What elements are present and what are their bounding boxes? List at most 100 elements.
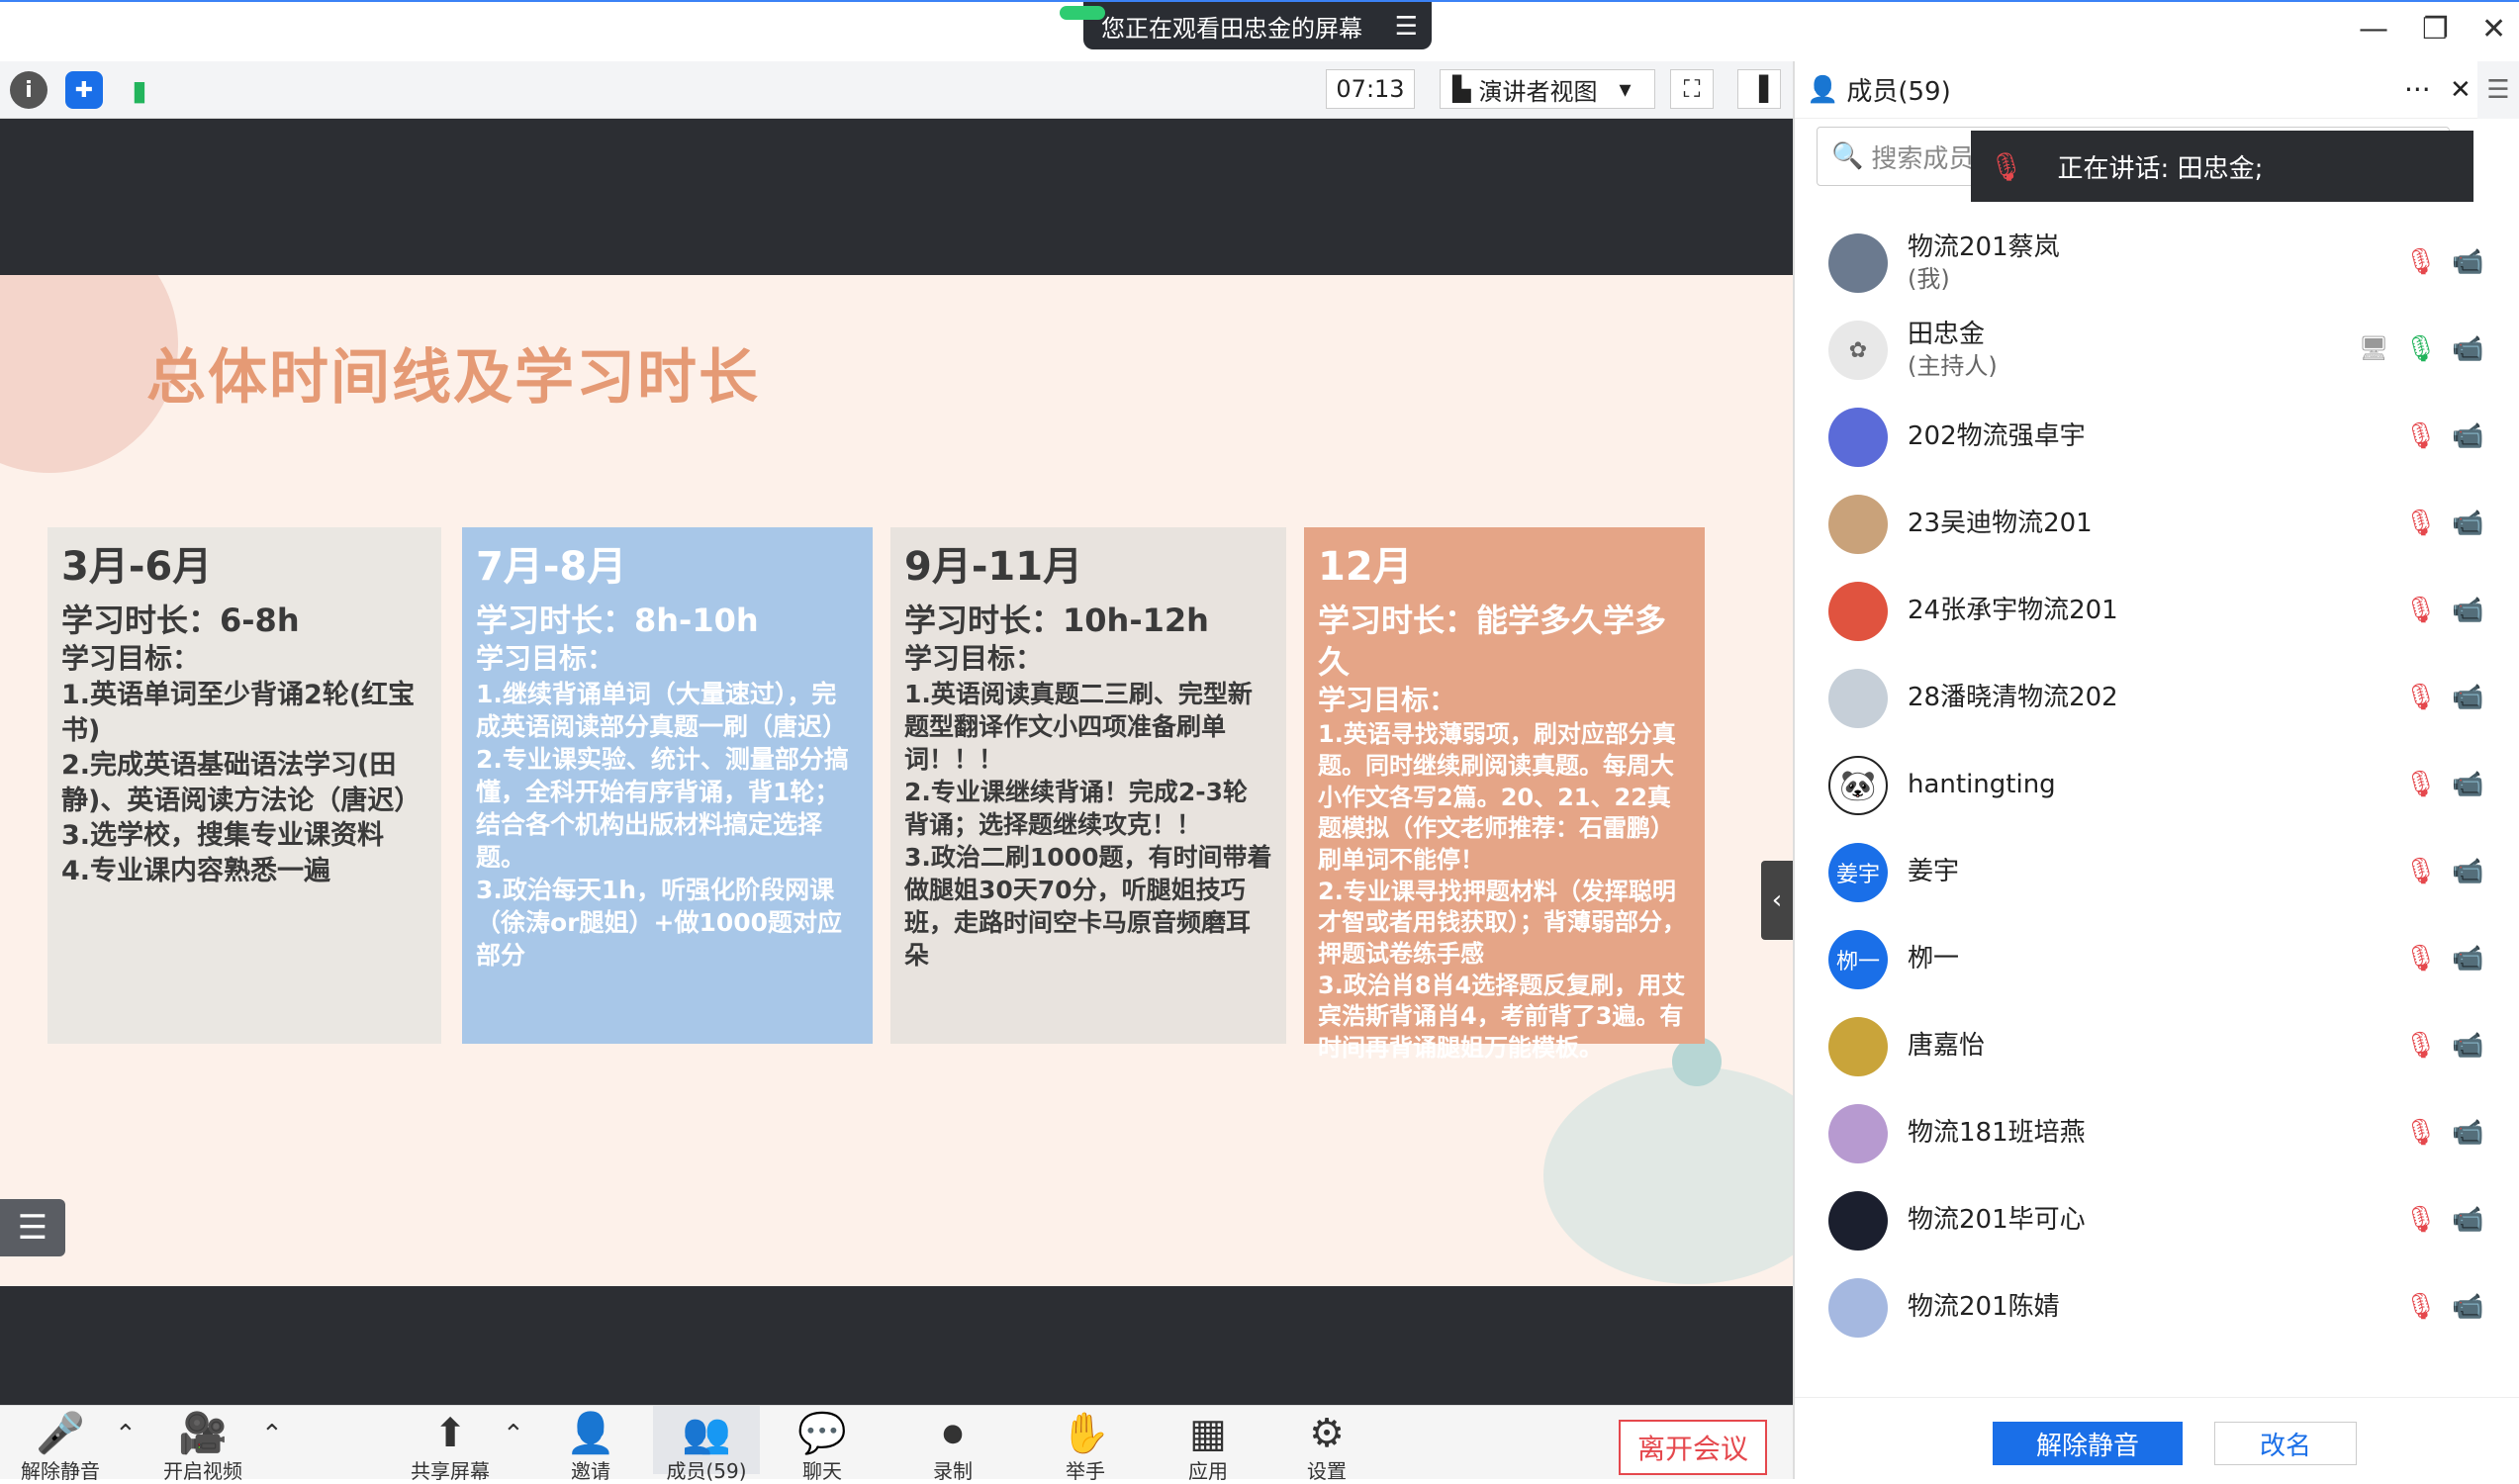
- search-placeholder: 搜索成员: [1871, 143, 1975, 174]
- shared-screen-area: 总体时间线及学习时长 3月-6月 学习时长：6-8h 学习目标： 1.英语单词至…: [0, 119, 1793, 1405]
- apps-button[interactable]: ▦ 应用: [1164, 1412, 1253, 1484]
- column-duration: 学习时长：10h-12h: [904, 601, 1209, 639]
- camera-off-icon: 📹: [2452, 596, 2484, 625]
- collapse-panel-button[interactable]: ‹: [1761, 861, 1793, 940]
- leave-meeting-button[interactable]: 离开会议: [1619, 1420, 1767, 1475]
- goal-item: 2.完成英语基础语法学习(田静)、英语阅读方法论（唐迟）: [61, 750, 421, 816]
- shield-icon[interactable]: ✚: [65, 71, 103, 109]
- mic-muted-icon: 🎙: [2404, 1292, 2438, 1322]
- goal-item: 3.政治肖8肖4选择题反复刷，用艾宾浩斯背诵肖4，考前背了3遍。有时间再背诵腿姐…: [1318, 971, 1686, 1062]
- start-video-button[interactable]: 🎥 开启视频: [158, 1412, 247, 1484]
- camera-off-icon: 📹: [2452, 1118, 2484, 1148]
- goal-item: 1.英语阅读真题二三刷、完型新题型翻译作文小四项准备刷单词！！！: [904, 679, 1253, 774]
- side-menu-icon[interactable]: ☰: [2477, 61, 2519, 119]
- member-row[interactable]: 物流181班培燕 🎙 📹: [1795, 1090, 2519, 1177]
- person-icon: 👤: [1807, 74, 1839, 105]
- view-mode-dropdown[interactable]: ▙ 演讲者视图 ▾: [1440, 69, 1655, 109]
- mic-muted-icon: 🎙: [2404, 1031, 2438, 1061]
- restore-button[interactable]: ❐: [2422, 12, 2449, 46]
- member-row[interactable]: 24张承宇物流201 🎙 📹: [1795, 568, 2519, 655]
- record-button[interactable]: ⏺ 录制: [908, 1412, 997, 1484]
- members-panel: 👤 成员(59) ··· ✕ 🔍 搜索成员 🎙 正在讲话: 田忠金; 物流201…: [1793, 61, 2519, 1479]
- mic-muted-icon: 🎙: [2404, 509, 2438, 538]
- chat-button[interactable]: 💬 聊天: [778, 1412, 867, 1484]
- column-goal-label: 学习目标：: [61, 642, 201, 676]
- mic-muted-icon: 🎙: [1989, 149, 2024, 183]
- toggle-panel-button[interactable]: ▐: [1737, 69, 1781, 109]
- raise-hand-button[interactable]: ✋ 举手: [1041, 1412, 1130, 1484]
- screen-share-icon: 🖥: [2359, 334, 2389, 362]
- member-name: 202物流强卓宇: [1908, 421, 2086, 452]
- member-row[interactable]: 202物流强卓宇 🎙 📹: [1795, 394, 2519, 481]
- video-options-caret[interactable]: ⌃: [261, 1420, 283, 1449]
- apps-icon: ▦: [1189, 1411, 1227, 1456]
- close-panel-icon[interactable]: ✕: [2450, 75, 2472, 105]
- share-screen-button[interactable]: ⬆ 共享屏幕: [406, 1412, 495, 1484]
- speaking-indicator: 🎙 正在讲话: 田忠金;: [1971, 131, 2473, 202]
- more-options-icon[interactable]: ···: [2404, 73, 2431, 106]
- share-options-caret[interactable]: ⌃: [503, 1420, 524, 1449]
- audio-options-caret[interactable]: ⌃: [115, 1420, 137, 1449]
- banner-menu-icon[interactable]: ☰: [1395, 12, 1418, 42]
- signal-icon[interactable]: ▮: [121, 71, 158, 109]
- column-duration: 学习时长：能学多久学多久: [1318, 601, 1667, 682]
- goal-item: 2.专业课继续背诵！完成2-3轮背诵；选择题继续攻克！！: [904, 777, 1249, 839]
- camera-off-icon: 🎥: [178, 1411, 228, 1456]
- info-icon[interactable]: i: [10, 71, 47, 109]
- member-row[interactable]: 唐嘉怡 🎙 📹: [1795, 1003, 2519, 1090]
- column-period: 3月-6月: [61, 544, 213, 590]
- unmute-label: 解除静音: [21, 1459, 100, 1483]
- mic-muted-icon: 🎙: [2404, 683, 2438, 712]
- member-name: 物流201毕可心: [1908, 1205, 2086, 1236]
- minimize-button[interactable]: —: [2359, 12, 2388, 46]
- title-bar: 您正在观看田忠金的屏幕 ☰ — ❐ ✕: [0, 0, 2519, 61]
- drag-handle[interactable]: [1060, 6, 1105, 20]
- screen-share-banner[interactable]: 您正在观看田忠金的屏幕 ☰: [1060, 2, 1432, 49]
- column-duration: 学习时长：6-8h: [61, 601, 300, 639]
- share-banner-text: 您正在观看田忠金的屏幕: [1101, 14, 1362, 43]
- member-row[interactable]: 23吴迪物流201 🎙 📹: [1795, 481, 2519, 568]
- raise-hand-label: 举手: [1066, 1459, 1105, 1483]
- member-row[interactable]: 物流201毕可心 🎙 📹: [1795, 1177, 2519, 1264]
- members-panel-footer: 解除静音 改名: [1795, 1397, 2519, 1479]
- close-window-button[interactable]: ✕: [2481, 12, 2506, 46]
- camera-off-icon: 📹: [2452, 857, 2484, 886]
- mic-muted-icon: 🎙: [2404, 1205, 2438, 1235]
- chevron-left-icon: ‹: [1771, 885, 1783, 915]
- member-row[interactable]: 🐼 hantingting 🎙 📹: [1795, 742, 2519, 829]
- member-row[interactable]: ✿ 田忠金 (主持人) 🖥 🎙 📹: [1795, 307, 2519, 394]
- member-row[interactable]: 物流201蔡岚 (我) 🎙 📹: [1795, 220, 2519, 307]
- fullscreen-button[interactable]: ⛶: [1670, 69, 1714, 109]
- avatar: [1828, 408, 1888, 467]
- panel-unmute-button[interactable]: 解除静音: [1993, 1422, 2183, 1465]
- search-icon: 🔍: [1831, 141, 1864, 171]
- member-row[interactable]: 物流201陈婧 🎙 📹: [1795, 1264, 2519, 1351]
- camera-off-icon: 📹: [2452, 1292, 2484, 1322]
- mic-muted-icon: 🎙: [2404, 247, 2438, 277]
- goal-item: 2.专业课实验、统计、测量部分搞懂，全科开始有序背诵，背1轮；结合各个机构出版材…: [476, 744, 849, 872]
- timeline-column: 12月 学习时长：能学多久学多久 学习目标： 1.英语寻找薄弱项，刷对应部分真题…: [1304, 527, 1705, 1062]
- members-button[interactable]: 👥 成员(59): [653, 1406, 760, 1483]
- mic-muted-icon: 🎙: [2404, 944, 2438, 974]
- member-row[interactable]: 姜宇 姜宇 🎙 📹: [1795, 829, 2519, 916]
- member-name: 24张承宇物流201: [1908, 596, 2118, 626]
- list-icon[interactable]: ☰: [0, 1199, 65, 1256]
- invite-button[interactable]: 👤 邀请: [546, 1412, 635, 1484]
- avatar: 🐼: [1828, 756, 1888, 815]
- unmute-button[interactable]: 🎤 解除静音: [16, 1412, 105, 1484]
- settings-icon: ⚙: [1309, 1411, 1345, 1456]
- member-row[interactable]: 栁一 栁一 🎙 📹: [1795, 916, 2519, 1003]
- rename-button[interactable]: 改名: [2214, 1422, 2357, 1465]
- member-role: (我): [1908, 265, 1950, 294]
- invite-icon: 👤: [566, 1411, 615, 1456]
- bottom-control-bar: 🎤 解除静音 ⌃ 🎥 开启视频 ⌃ ⬆ 共享屏幕 ⌃ 👤 邀请 👥 成员(59)…: [0, 1405, 1793, 1483]
- settings-button[interactable]: ⚙ 设置: [1282, 1412, 1371, 1484]
- member-name: 物流181班培燕: [1908, 1118, 2086, 1149]
- goal-item: 1.英语寻找薄弱项，刷对应部分真题。同时继续刷阅读真题。每周大小作文各写2篇。2…: [1318, 720, 1676, 874]
- member-row[interactable]: 28潘晓清物流202 🎙 📹: [1795, 655, 2519, 742]
- member-list: 物流201蔡岚 (我) 🎙 📹 ✿ 田忠金 (主持人) 🖥 🎙 📹 202物流强卓宇 🎙…: [1795, 220, 2519, 1351]
- members-label: 成员(59): [666, 1459, 747, 1483]
- record-icon: ⏺: [943, 1411, 963, 1456]
- camera-off-icon: 📹: [2452, 334, 2484, 364]
- timeline-column: 3月-6月 学习时长：6-8h 学习目标： 1.英语单词至少背诵2轮(红宝书) …: [47, 527, 441, 1044]
